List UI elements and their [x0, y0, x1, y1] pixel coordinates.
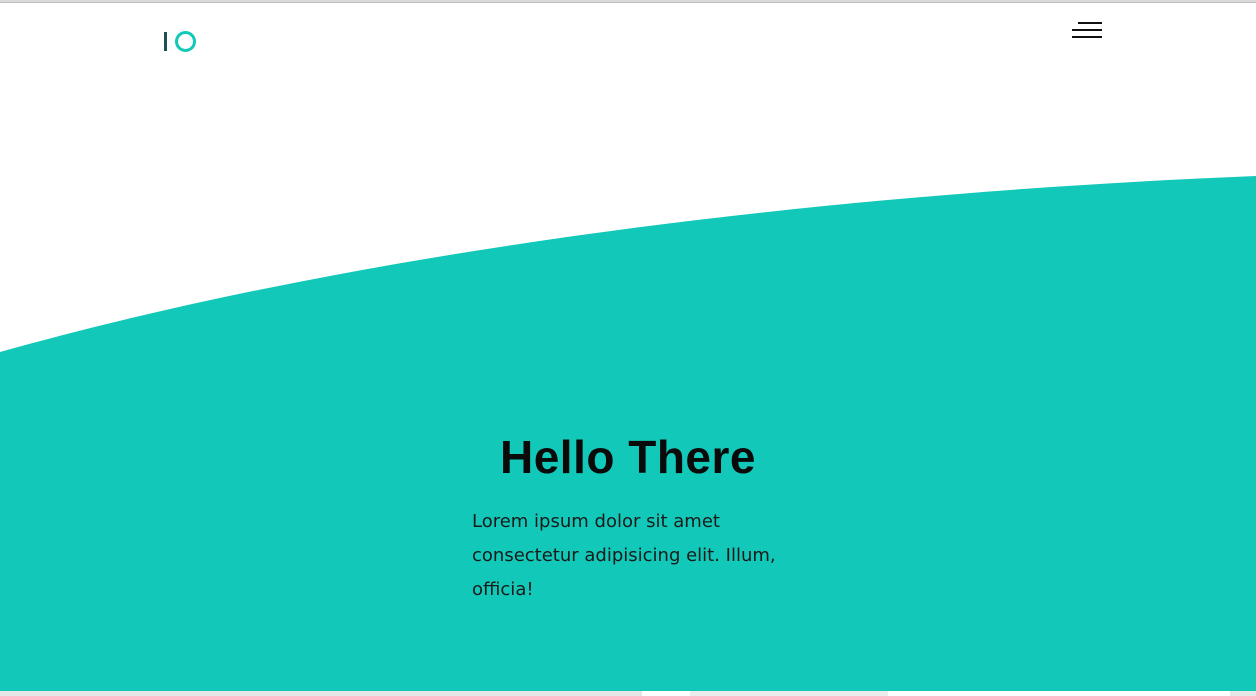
strip-segment: [690, 691, 888, 696]
hero-title: Hello There: [499, 431, 756, 483]
page: Hello There Lorem ipsum dolor sit amet c…: [0, 0, 1256, 696]
menu-line-top: [1078, 22, 1102, 24]
hero-text: Lorem ipsum dolor sit amet consectetur a…: [472, 511, 776, 600]
bottom-edge-strip: [0, 691, 1256, 696]
strip-segment: [642, 691, 690, 696]
menu-line-middle: [1072, 29, 1102, 31]
hamburger-menu-icon[interactable]: [1068, 18, 1106, 44]
strip-segment: [888, 691, 1230, 696]
strip-segment: [1230, 691, 1256, 696]
menu-line-bottom: [1072, 36, 1102, 38]
logo[interactable]: [164, 30, 196, 52]
logo-bar-mark: [164, 31, 167, 51]
logo-ring-mark: [175, 30, 196, 52]
strip-segment: [0, 691, 642, 696]
